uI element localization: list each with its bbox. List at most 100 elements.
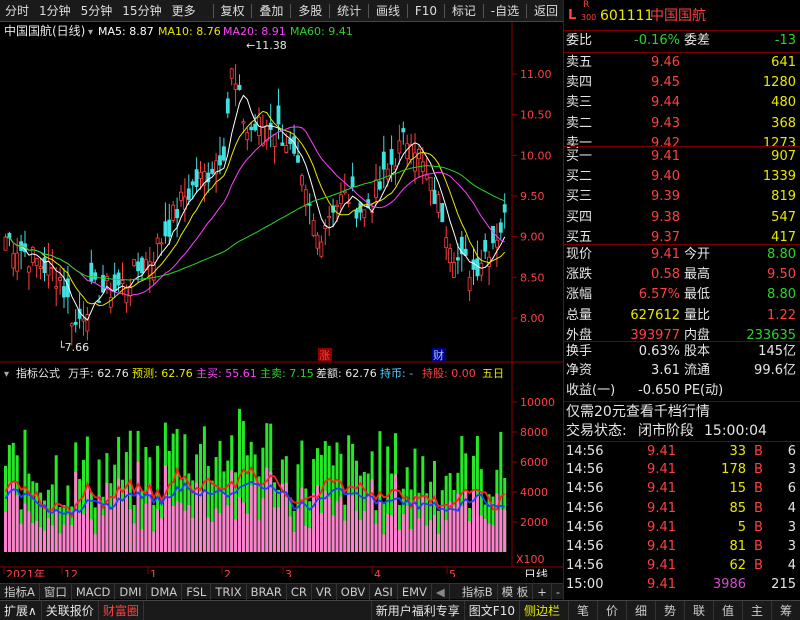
- toolbar-right-button-6[interactable]: 标记: [447, 0, 481, 22]
- indicator-tab-4[interactable]: DMA: [147, 583, 183, 600]
- indicator-tab-9[interactable]: VR: [312, 583, 337, 600]
- status-left-0[interactable]: 扩展∧: [0, 600, 42, 620]
- stat-row: 总量 627612 量比 1.22: [564, 306, 800, 326]
- volume-bar-buy: [132, 523, 136, 552]
- badge-n: 300: [581, 13, 597, 22]
- indicator-tab-5[interactable]: FSL: [182, 583, 212, 600]
- volume-bar-buy: [370, 479, 374, 552]
- status-right-3[interactable]: 势: [655, 600, 684, 620]
- indicator-tab-6[interactable]: TRIX: [211, 583, 247, 600]
- candle-body: [54, 286, 59, 289]
- indicator-header-5: 差额: 62.76: [316, 366, 377, 380]
- candle-body: [440, 203, 445, 223]
- candle-body: [73, 322, 78, 325]
- indicator-tab-10[interactable]: OBV: [337, 583, 371, 600]
- tick-price: 9.41: [647, 462, 676, 478]
- status-right-4[interactable]: 联: [684, 600, 713, 620]
- toolbar-button-0[interactable]: 分时: [0, 0, 34, 22]
- status-left-2[interactable]: 财富圈: [99, 600, 144, 620]
- toolbar-right-button-0[interactable]: 复权: [215, 0, 249, 22]
- indicator-tab-7[interactable]: BRAR: [247, 583, 287, 600]
- tick-row: 14:56 9.41 33 B 6: [564, 441, 800, 461]
- candle-body: [401, 128, 406, 133]
- tab-scroll-left-icon[interactable]: ◀: [432, 583, 450, 600]
- volume-bar-buy: [343, 520, 347, 552]
- indicator-tab-2[interactable]: MACD: [72, 583, 116, 600]
- tick-time: 14:56: [566, 500, 604, 516]
- volume-bar-buy: [491, 525, 495, 552]
- indicator-tab-8[interactable]: CR: [287, 583, 312, 600]
- candle-body: [186, 188, 191, 200]
- indicator-tab-right-1[interactable]: 模 板: [498, 583, 534, 600]
- indicator-tab-11[interactable]: ASI: [370, 583, 398, 600]
- status-right-6[interactable]: 主: [742, 600, 771, 620]
- candle-body: [479, 262, 484, 276]
- ask-price: 9.44: [651, 95, 680, 110]
- toolbar-separator: [290, 3, 292, 18]
- candle-body: [3, 236, 8, 251]
- toolbar-right-button-4[interactable]: 画线: [371, 0, 405, 22]
- weibi-label: 委比: [566, 33, 593, 48]
- tick-row: 15:00 9.41 3986 215: [564, 575, 800, 595]
- toolbar-right-button-2[interactable]: 多股: [293, 0, 327, 22]
- status-right-5[interactable]: 值: [713, 600, 742, 620]
- candle-body: [253, 123, 258, 131]
- status-right-7[interactable]: 筹: [771, 600, 800, 620]
- fin-label: 换手: [566, 344, 593, 359]
- status-left-1[interactable]: 关联报价: [42, 600, 99, 620]
- toolbar-button-4[interactable]: 更多: [167, 0, 201, 22]
- ask-volume: 480: [771, 95, 796, 110]
- candle-body: [159, 242, 164, 245]
- tick-volume: 81: [729, 539, 746, 554]
- volume-bar-buy: [296, 509, 300, 552]
- fin-label: 净资: [566, 363, 593, 378]
- volume-bar-buy: [362, 510, 366, 552]
- volume-tick-label: 6000: [520, 456, 548, 469]
- trade-state-time: 15:00:04: [704, 423, 767, 439]
- toolbar-right-button-8[interactable]: 返回: [529, 0, 563, 22]
- toolbar-separator: [526, 3, 527, 18]
- chevron-down-icon[interactable]: ▾: [4, 369, 9, 380]
- ask-row: 卖五 9.46 641: [564, 52, 800, 72]
- ask-label: 卖四: [566, 74, 593, 90]
- toolbar-button-1[interactable]: 1分钟: [34, 0, 76, 22]
- status-right-2[interactable]: 细: [626, 600, 655, 620]
- volume-bar-buy: [288, 516, 292, 552]
- event-mark-finance[interactable]: 财: [433, 348, 444, 362]
- toolbar-right-button-1[interactable]: 叠加: [254, 0, 288, 22]
- toolbar-button-3[interactable]: 15分钟: [117, 0, 166, 22]
- indicator-tab-right-0[interactable]: 指标B: [458, 583, 498, 600]
- volume-bar-buy: [277, 507, 280, 552]
- volume-bar-buy: [128, 509, 132, 552]
- candle-body: [155, 237, 160, 245]
- status-right-1[interactable]: 价: [597, 600, 626, 620]
- indicator-tab-1[interactable]: 窗口: [40, 583, 72, 600]
- toolbar-right-button-3[interactable]: 统计: [332, 0, 366, 22]
- volume-bar-buy: [401, 514, 405, 552]
- volume-bar-buy: [327, 497, 331, 552]
- stat-label: 最高: [684, 266, 711, 282]
- indicator-tab-right-2[interactable]: +: [533, 583, 552, 600]
- candle-body: [483, 239, 488, 252]
- toolbar-right-button-5[interactable]: F10: [410, 0, 442, 22]
- candle-body: [241, 121, 246, 124]
- indicator-tab-3[interactable]: DMI: [115, 583, 147, 600]
- event-mark-up[interactable]: 涨: [319, 349, 330, 362]
- toolbar-button-2[interactable]: 5分钟: [76, 0, 118, 22]
- status-right-0[interactable]: 笔: [568, 600, 597, 620]
- kline-chart[interactable]: 中国国航(日线) ▾ MA5: 8.87 MA10: 8.76 MA20: 8.91 MA…: [0, 22, 563, 577]
- chevron-down-icon[interactable]: ▾: [88, 27, 93, 38]
- toolbar-right-button-7[interactable]: -自选: [486, 0, 524, 22]
- indicator-tab-12[interactable]: EMV: [398, 583, 432, 600]
- toolbar-separator: [406, 3, 408, 18]
- status-middle-1[interactable]: 图文F10: [463, 600, 519, 620]
- indicator-header-3: 主买: 55.61: [196, 367, 257, 380]
- indicator-tab-0[interactable]: 指标A: [0, 583, 40, 600]
- volume-bar-buy: [366, 494, 370, 552]
- period-label[interactable]: 日线: [524, 568, 548, 577]
- indicator-tabs: 指标A 窗口 MACD DMI DMA FSL TRIX BRAR CR VR OBV ASI EMV ◀…: [0, 583, 566, 600]
- status-middle-2[interactable]: 侧边栏: [518, 600, 564, 620]
- status-middle-0[interactable]: 新用户福利专享: [370, 600, 464, 620]
- promo-link[interactable]: 仅需20元查看千档行情: [566, 402, 710, 422]
- fin-row: 收益(一) -0.650 PE(动): [564, 381, 800, 401]
